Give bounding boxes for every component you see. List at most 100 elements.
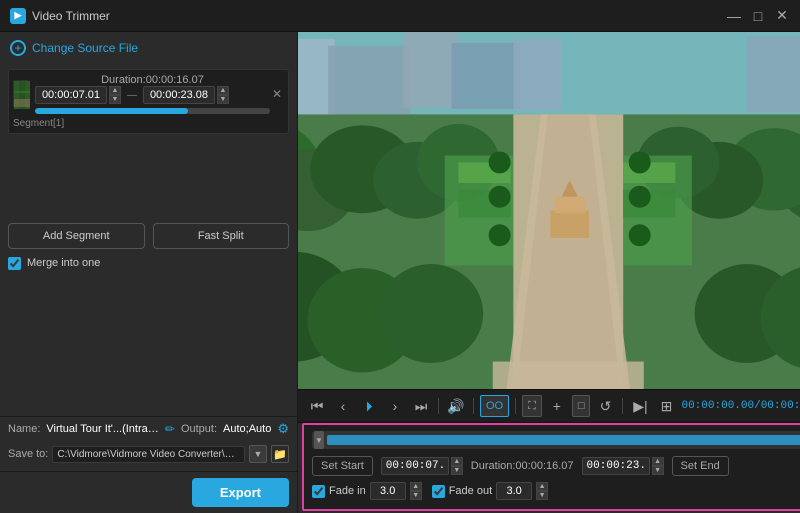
segment-area: Duration:00:00:16.07 ▲ ▼ — ▲ ▼ (0, 64, 297, 215)
start-time-up[interactable]: ▲ (451, 457, 463, 466)
segment-start-input[interactable] (35, 86, 107, 104)
loop-button[interactable]: OO (480, 395, 509, 417)
separator-3 (515, 398, 516, 414)
fade-out-spinner: ▲ ▼ (536, 482, 548, 500)
export-button[interactable]: Export (192, 478, 289, 507)
start-time-spinner: ▲ ▼ (451, 457, 463, 475)
timeline-track[interactable]: ▼ (312, 431, 800, 449)
end-spin-down[interactable]: ▼ (217, 95, 229, 104)
start-spin-down[interactable]: ▼ (109, 95, 121, 104)
end-time-display: ▲ ▼ (582, 457, 664, 475)
fade-in-item: Fade in ▲ ▼ (312, 482, 422, 500)
fade-row: Fade in ▲ ▼ Fade out ▲ ▼ (312, 479, 800, 503)
separator-1 (438, 398, 439, 414)
output-label: Output: (181, 423, 217, 435)
change-source-button[interactable]: + Change Source File (0, 32, 297, 64)
end-time-up[interactable]: ▲ (652, 457, 664, 466)
change-source-label: Change Source File (32, 41, 138, 55)
segment-thumbnail (13, 80, 29, 108)
maximize-button[interactable]: □ (750, 8, 766, 24)
segment-progress-bar (35, 108, 270, 114)
thumbnail-svg (14, 81, 30, 109)
segment-end-input[interactable] (143, 86, 215, 104)
saveto-dropdown-button[interactable]: ▼ (249, 445, 267, 463)
next-frame-button[interactable]: › (384, 395, 406, 417)
segment-header: Duration:00:00:16.07 ▲ ▼ — ▲ ▼ (13, 74, 284, 114)
fade-in-up[interactable]: ▲ (410, 482, 422, 491)
edit-icon[interactable]: ✏ (165, 422, 175, 436)
folder-open-button[interactable]: 📁 (271, 445, 289, 463)
filter-icon: ▼ (315, 436, 323, 445)
fade-in-value[interactable] (370, 482, 406, 500)
fade-in-label: Fade in (329, 485, 366, 497)
merge-label: Merge into one (27, 257, 100, 269)
fade-out-label: Fade out (449, 485, 492, 497)
end-spin-up[interactable]: ▲ (217, 86, 229, 95)
name-label: Name: (8, 423, 40, 435)
segment-times: ▲ ▼ — ▲ ▼ (35, 86, 270, 104)
set-end-button[interactable]: Set End (672, 456, 729, 476)
set-start-button[interactable]: Set Start (312, 456, 373, 476)
video-preview (298, 32, 800, 389)
main-layout: + Change Source File Duration:0 (0, 32, 800, 513)
gear-icon[interactable]: ⚙ (277, 421, 289, 437)
segment-label: Segment[1] (13, 118, 284, 129)
play-all-button[interactable]: ⊞ (655, 395, 677, 417)
add-segment-button[interactable]: Add Segment (8, 223, 145, 249)
export-row: Export (0, 472, 297, 513)
fade-in-spinner: ▲ ▼ (410, 482, 422, 500)
time-display: 00:00:00.00/00:00:30.01 (681, 400, 800, 412)
right-panel: ⏮ ‹ ⏵ › ⏭ 🔊 OO ⛶ + □ ↺ ▶| ⊞ 00:00:00.00/… (298, 32, 800, 513)
crop-button[interactable]: + (546, 395, 568, 417)
fullscreen-button[interactable]: ⛶ (522, 395, 542, 417)
end-time-input[interactable] (582, 457, 650, 475)
end-spinner: ▲ ▼ (217, 86, 229, 104)
window-controls: — □ ✕ (726, 8, 790, 24)
play-range-button[interactable]: ▶| (629, 395, 651, 417)
fade-out-up[interactable]: ▲ (536, 482, 548, 491)
fade-out-value[interactable] (496, 482, 532, 500)
skip-end-button[interactable]: ⏭ (410, 395, 432, 417)
segment-close-button[interactable]: ✕ (270, 87, 284, 101)
close-button[interactable]: ✕ (774, 8, 790, 24)
separator-2 (473, 398, 474, 414)
end-time-down[interactable]: ▼ (652, 466, 664, 475)
minimize-button[interactable]: — (726, 8, 742, 24)
start-spin-up[interactable]: ▲ (109, 86, 121, 95)
skip-start-button[interactable]: ⏮ (306, 395, 328, 417)
merge-checkbox[interactable] (8, 257, 21, 270)
play-button[interactable]: ⏵ (358, 395, 380, 417)
preview-svg (298, 32, 800, 389)
fade-in-checkbox[interactable] (312, 485, 325, 498)
name-row: Name: Virtual Tour It'...(Intramuros).mp… (0, 416, 297, 441)
bottom-buttons: Add Segment Fast Split (0, 215, 297, 257)
settings-box-button[interactable]: □ (572, 395, 591, 417)
app-icon-symbol: ▶ (15, 10, 22, 21)
set-times-row: Set Start ▲ ▼ Duration:00:00:16.07 ▲ ▼ (312, 453, 800, 479)
name-value: Virtual Tour It'...(Intramuros).mp4 (46, 423, 158, 435)
start-time-input[interactable] (381, 457, 449, 475)
start-time-display: ▲ ▼ (381, 457, 463, 475)
app-title: Video Trimmer (32, 9, 110, 23)
timeline-left-marker[interactable]: ▼ (314, 431, 324, 449)
merge-row: Merge into one (0, 257, 297, 276)
saveto-path: C:\Vidmore\Vidmore Video Converter\Trimm… (52, 446, 245, 463)
fade-out-checkbox[interactable] (432, 485, 445, 498)
rotate-button[interactable]: ↺ (594, 395, 616, 417)
prev-frame-button[interactable]: ‹ (332, 395, 354, 417)
volume-button[interactable]: 🔊 (445, 395, 467, 417)
fade-out-item: Fade out ▲ ▼ (432, 482, 548, 500)
titlebar: ▶ Video Trimmer — □ ✕ (0, 0, 800, 32)
segment-bar-fill (35, 108, 188, 114)
fade-out-down[interactable]: ▼ (536, 491, 548, 500)
fast-split-button[interactable]: Fast Split (153, 223, 290, 249)
start-spinner: ▲ ▼ (109, 86, 121, 104)
timeline-area: ▼ Set Start ▲ ▼ Duration:00:00:16.07 (302, 423, 800, 511)
time-dash: — (125, 90, 139, 101)
left-panel: + Change Source File Duration:0 (0, 32, 298, 513)
segment-item: Duration:00:00:16.07 ▲ ▼ — ▲ ▼ (8, 69, 289, 134)
start-time-down[interactable]: ▼ (451, 466, 463, 475)
saveto-label: Save to: (8, 448, 48, 460)
end-time-spinner: ▲ ▼ (652, 457, 664, 475)
fade-in-down[interactable]: ▼ (410, 491, 422, 500)
